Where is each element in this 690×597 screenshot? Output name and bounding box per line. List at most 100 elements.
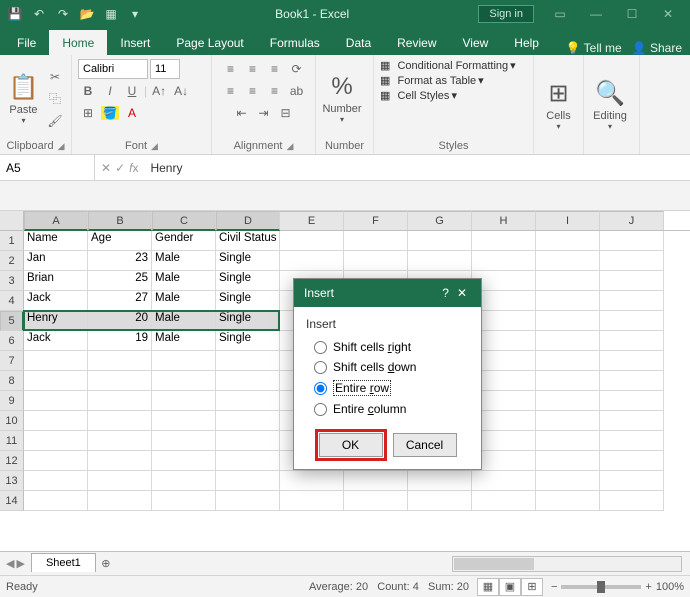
cell[interactable] — [216, 391, 280, 411]
cell[interactable] — [536, 451, 600, 471]
cell[interactable] — [152, 411, 216, 431]
cell[interactable]: Jack — [24, 291, 88, 311]
row-header[interactable]: 7 — [0, 351, 24, 371]
cell[interactable] — [600, 311, 664, 331]
ok-button[interactable]: OK — [319, 433, 383, 457]
cell[interactable] — [216, 351, 280, 371]
cell[interactable]: Age — [88, 231, 152, 251]
cell[interactable]: Jan — [24, 251, 88, 271]
increase-font-icon[interactable]: A↑ — [149, 81, 169, 101]
cell[interactable] — [600, 431, 664, 451]
alignment-launcher-icon[interactable]: ◢ — [287, 141, 294, 152]
cell[interactable] — [280, 231, 344, 251]
column-header[interactable]: D — [216, 211, 280, 231]
cell[interactable] — [88, 411, 152, 431]
column-header[interactable]: E — [280, 211, 344, 230]
column-header[interactable]: F — [344, 211, 408, 230]
column-header[interactable]: C — [152, 211, 216, 231]
cell[interactable] — [600, 231, 664, 251]
ribbon-options-icon[interactable]: ▭ — [542, 0, 578, 28]
cell[interactable]: Brian — [24, 271, 88, 291]
page-break-view-icon[interactable]: ⊞ — [521, 578, 543, 596]
cut-icon[interactable]: ✂ — [45, 67, 65, 87]
cell[interactable] — [88, 471, 152, 491]
share-button[interactable]: 👤 Share — [632, 41, 682, 55]
cell[interactable] — [536, 271, 600, 291]
cell[interactable] — [408, 471, 472, 491]
save-icon[interactable]: 💾 — [4, 3, 26, 25]
row-header[interactable]: 9 — [0, 391, 24, 411]
cell[interactable] — [536, 431, 600, 451]
horizontal-scrollbar[interactable] — [452, 556, 682, 572]
cell[interactable] — [600, 491, 664, 511]
cell[interactable] — [408, 491, 472, 511]
underline-button[interactable]: U — [122, 81, 142, 101]
cell[interactable] — [536, 391, 600, 411]
decrease-font-icon[interactable]: A↓ — [171, 81, 191, 101]
format-as-table-button[interactable]: ▦ Format as Table ▾ — [380, 74, 484, 87]
row-header[interactable]: 8 — [0, 371, 24, 391]
tab-review[interactable]: Review — [384, 30, 449, 55]
font-color-icon[interactable]: A — [122, 103, 142, 123]
tab-insert[interactable]: Insert — [107, 30, 163, 55]
cell[interactable] — [600, 291, 664, 311]
cell[interactable] — [216, 371, 280, 391]
cell[interactable] — [88, 351, 152, 371]
row-header[interactable]: 1 — [0, 231, 24, 251]
cell[interactable] — [600, 351, 664, 371]
row-header[interactable]: 4 — [0, 291, 24, 311]
cell[interactable] — [24, 391, 88, 411]
cell[interactable]: Civil Status — [216, 231, 280, 251]
cell[interactable] — [408, 231, 472, 251]
dialog-help-icon[interactable]: ? — [438, 286, 453, 300]
cell[interactable]: Male — [152, 331, 216, 351]
zoom-slider[interactable] — [561, 585, 641, 589]
cell[interactable]: Male — [152, 291, 216, 311]
row-header[interactable]: 13 — [0, 471, 24, 491]
cell[interactable]: 23 — [88, 251, 152, 271]
cell[interactable]: Single — [216, 251, 280, 271]
cell[interactable] — [600, 331, 664, 351]
orientation-icon[interactable]: ⟳ — [287, 59, 307, 79]
column-header[interactable]: G — [408, 211, 472, 230]
align-right-icon[interactable]: ≡ — [265, 81, 285, 101]
cell[interactable] — [216, 431, 280, 451]
cell[interactable] — [344, 471, 408, 491]
cell[interactable] — [24, 431, 88, 451]
radio-entire-column[interactable]: Entire column — [306, 399, 469, 419]
cell[interactable] — [536, 471, 600, 491]
cell[interactable] — [24, 351, 88, 371]
maximize-icon[interactable]: ☐ — [614, 0, 650, 28]
cell[interactable] — [472, 491, 536, 511]
cell[interactable] — [280, 251, 344, 271]
font-launcher-icon[interactable]: ◢ — [151, 141, 158, 152]
cell[interactable] — [88, 371, 152, 391]
tab-help[interactable]: Help — [501, 30, 552, 55]
conditional-formatting-button[interactable]: ▦ Conditional Formatting ▾ — [380, 59, 516, 72]
cell[interactable] — [536, 331, 600, 351]
cell[interactable] — [216, 451, 280, 471]
column-header[interactable]: A — [24, 211, 88, 231]
decrease-indent-icon[interactable]: ⇤ — [232, 103, 252, 123]
align-bottom-icon[interactable]: ≡ — [265, 59, 285, 79]
cell[interactable] — [536, 371, 600, 391]
borders-icon[interactable]: ⊞ — [78, 103, 98, 123]
cell[interactable]: Single — [216, 271, 280, 291]
cell[interactable] — [152, 431, 216, 451]
formula-input[interactable]: Henry — [144, 161, 690, 175]
row-header[interactable]: 11 — [0, 431, 24, 451]
cell[interactable] — [600, 391, 664, 411]
fx-icon[interactable]: fx — [129, 161, 138, 175]
undo-icon[interactable]: ↶ — [28, 3, 50, 25]
cell[interactable]: Single — [216, 331, 280, 351]
radio-shift-down[interactable]: Shift cells down — [306, 357, 469, 377]
cell[interactable] — [600, 411, 664, 431]
paste-button[interactable]: 📋 Paste ▾ — [6, 66, 41, 132]
cell-styles-button[interactable]: ▦ Cell Styles ▾ — [380, 89, 457, 102]
cell[interactable] — [600, 251, 664, 271]
cancel-button[interactable]: Cancel — [393, 433, 457, 457]
tab-data[interactable]: Data — [333, 30, 384, 55]
fill-color-icon[interactable]: 🪣 — [100, 103, 120, 123]
cell[interactable] — [408, 251, 472, 271]
cell[interactable] — [600, 271, 664, 291]
